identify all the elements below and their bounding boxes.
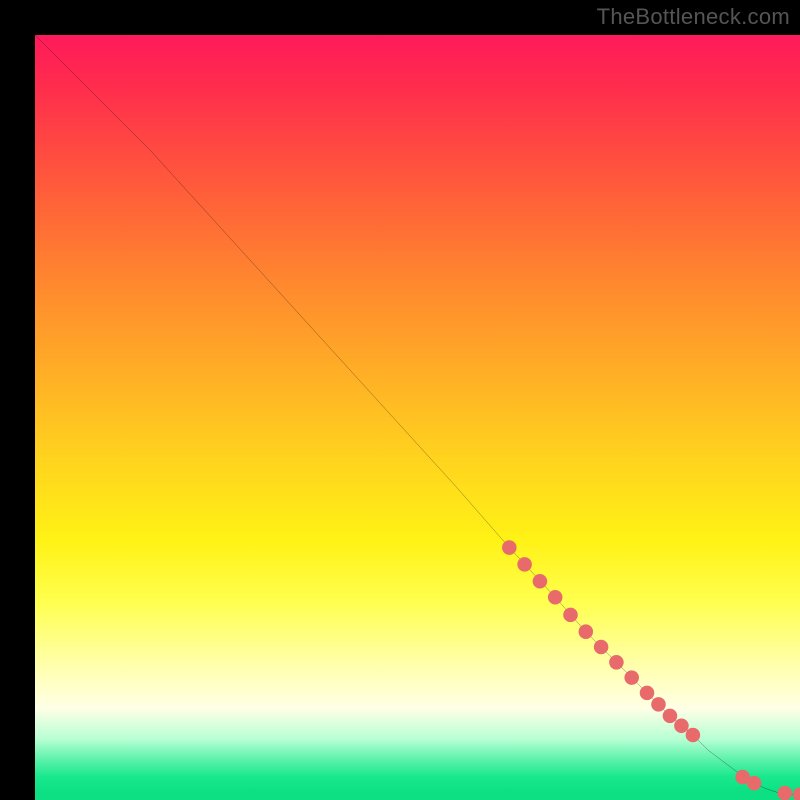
data-marker bbox=[674, 719, 689, 734]
curve-path bbox=[35, 35, 800, 795]
chart-overlay-svg bbox=[35, 35, 800, 800]
data-marker bbox=[747, 776, 762, 791]
data-marker bbox=[548, 590, 563, 605]
data-marker bbox=[777, 786, 792, 800]
data-marker bbox=[594, 640, 609, 655]
data-marker bbox=[651, 697, 666, 712]
data-marker bbox=[793, 787, 800, 800]
data-marker bbox=[640, 686, 655, 701]
marker-series bbox=[502, 540, 800, 800]
plot-area bbox=[35, 35, 800, 800]
data-marker bbox=[517, 557, 532, 572]
data-marker bbox=[579, 624, 594, 639]
chart-frame: TheBottleneck.com bbox=[0, 0, 800, 800]
data-marker bbox=[609, 655, 624, 670]
data-marker bbox=[686, 728, 701, 743]
data-marker bbox=[563, 608, 578, 623]
data-marker bbox=[663, 709, 678, 724]
data-marker bbox=[624, 670, 639, 685]
data-marker bbox=[533, 574, 548, 589]
data-marker bbox=[502, 540, 517, 555]
line-series bbox=[35, 35, 800, 795]
watermark-text: TheBottleneck.com bbox=[597, 4, 790, 30]
